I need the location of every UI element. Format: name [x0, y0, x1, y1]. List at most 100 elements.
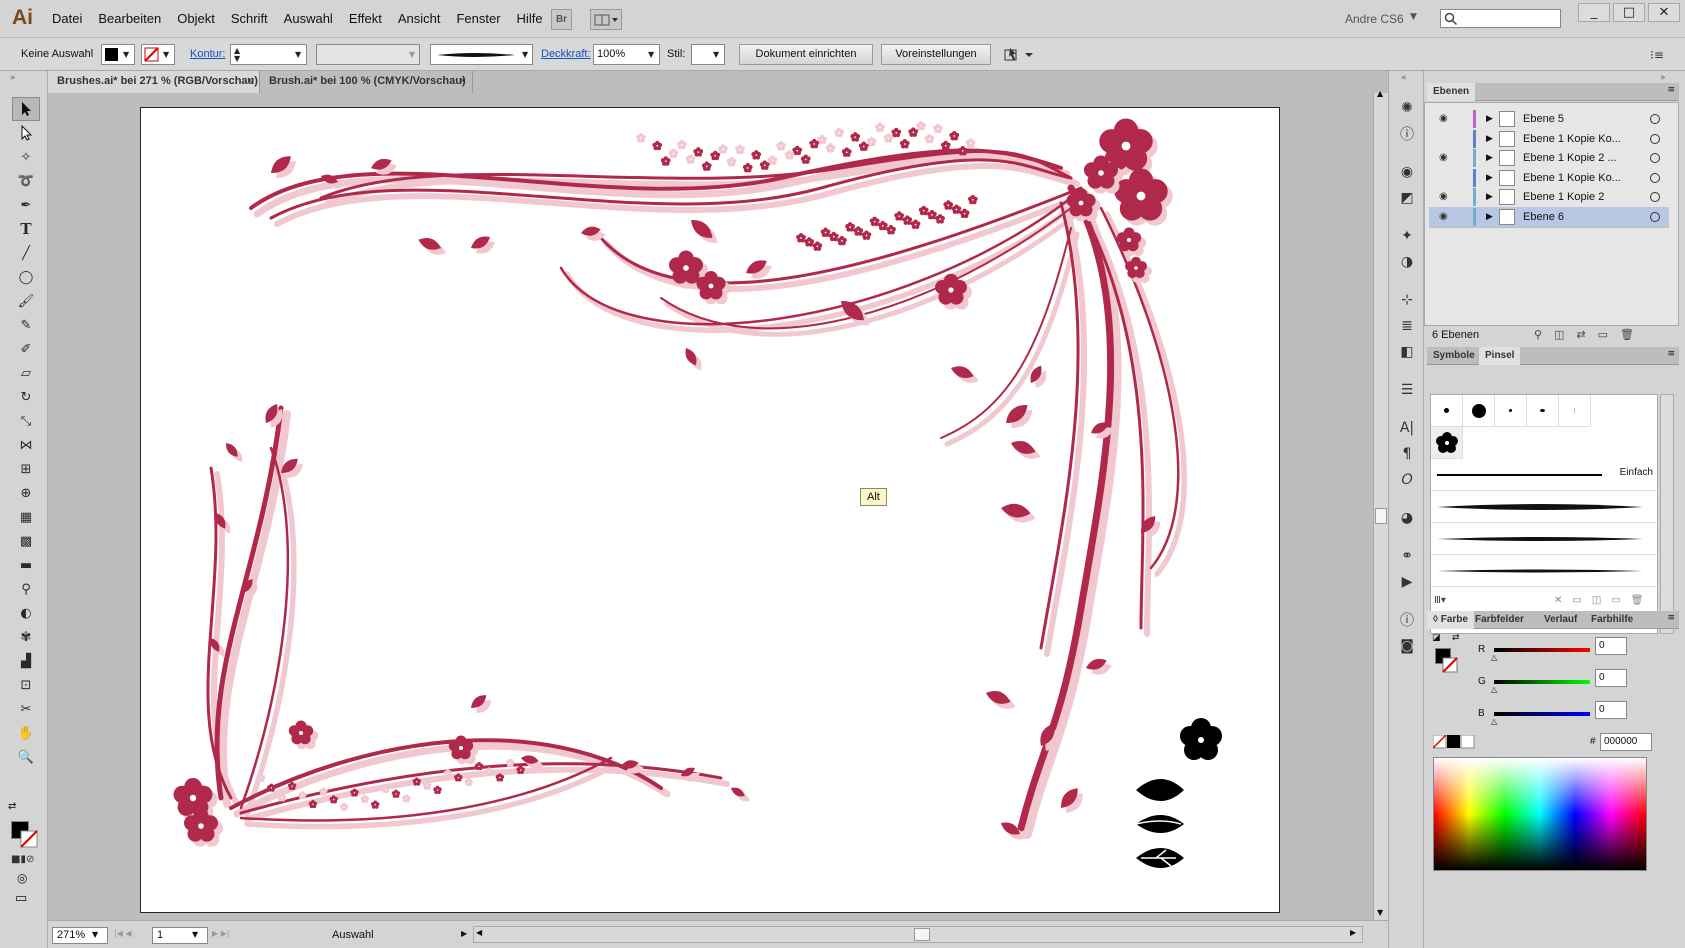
vertical-scrollbar[interactable]: ▲ ▼ — [1373, 89, 1388, 920]
document-setup-button[interactable]: Dokument einrichten — [739, 44, 873, 65]
user-name[interactable]: Andre CS6 — [1345, 12, 1404, 26]
visibility-eye-icon[interactable]: ◉ — [1439, 113, 1448, 124]
panel-menu-icon[interactable]: ≡ — [1667, 85, 1675, 95]
magic-wand-tool[interactable]: ✧ — [12, 145, 40, 169]
horizontal-scroll-thumb[interactable] — [914, 928, 930, 941]
layer-row[interactable]: ▶ Ebene 1 Kopie Ko... — [1429, 128, 1669, 150]
menu-schrift[interactable]: Schrift — [231, 11, 268, 26]
horizontal-scrollbar[interactable]: ◀ ▶ — [473, 926, 1363, 943]
graphic-style-picker[interactable]: ▼ — [691, 44, 725, 65]
zoom-tool[interactable]: 🔍 — [12, 745, 40, 769]
brush-art-1[interactable] — [1431, 491, 1659, 523]
layer-row[interactable]: ◉ ▶ Ebene 6 — [1429, 206, 1669, 228]
symbol-sprayer-tool[interactable]: ✾ — [12, 625, 40, 649]
close-icon[interactable]: × — [460, 71, 466, 92]
canvas-area[interactable]: Alt — [48, 93, 1373, 920]
scroll-left-icon[interactable]: ◀ — [476, 928, 482, 937]
layer-name[interactable]: Ebene 1 Kopie Ko... — [1523, 172, 1621, 184]
screen-mode-icon[interactable]: ▭ — [15, 891, 27, 906]
swap-colors-icon[interactable]: ⇄ — [8, 801, 16, 812]
mesh-tool[interactable]: ▩ — [12, 529, 40, 553]
color-mode-icons[interactable]: ■▮⊘ — [11, 854, 34, 865]
expand-arrow-icon[interactable]: ▶ — [1486, 114, 1493, 124]
line-segment-tool[interactable]: ╱ — [12, 241, 40, 265]
color-guide-icon[interactable]: ◕ — [1397, 508, 1417, 528]
menu-ansicht[interactable]: Ansicht — [398, 11, 441, 26]
green-value-field[interactable]: 0 — [1595, 669, 1627, 687]
menu-bearbeiten[interactable]: Bearbeiten — [98, 11, 161, 26]
close-button[interactable]: ✕ — [1648, 3, 1680, 22]
paragraph-icon[interactable]: ¶ — [1397, 444, 1417, 464]
swap-colors-icon[interactable]: ⇄ — [1452, 633, 1460, 643]
menu-effekt[interactable]: Effekt — [349, 11, 382, 26]
expand-arrow-icon[interactable]: ▶ — [1486, 192, 1493, 202]
zoom-field[interactable]: 271% — [52, 927, 108, 944]
blend-tool[interactable]: ◐ — [12, 601, 40, 625]
scale-tool[interactable]: ⤡ — [12, 409, 40, 433]
expand-icon[interactable]: « — [1401, 73, 1407, 83]
layer-row[interactable]: ◉ ▶ Ebene 5 — [1429, 109, 1669, 130]
layer-name[interactable]: Ebene 1 Kopie 2 — [1523, 191, 1604, 203]
brush-art-3[interactable] — [1431, 555, 1659, 587]
magic-wand-panel-icon[interactable]: ✦ — [1397, 226, 1417, 246]
target-circle-icon[interactable] — [1650, 172, 1660, 183]
vertical-scroll-thumb[interactable] — [1375, 508, 1387, 524]
arrange-documents-button[interactable] — [590, 9, 622, 30]
tab-symbols[interactable]: Symbole — [1427, 347, 1481, 365]
fill-color-picker[interactable]: ▼ — [101, 44, 135, 65]
layer-name[interactable]: Ebene 1 Kopie Ko... — [1523, 133, 1621, 145]
target-circle-icon[interactable] — [1650, 211, 1660, 222]
layer-actions-icons[interactable]: ⚲◫⇄▭🗑 — [1534, 328, 1646, 341]
search-input[interactable] — [1440, 9, 1561, 28]
target-circle-icon[interactable] — [1650, 153, 1660, 163]
green-slider[interactable] — [1494, 680, 1590, 684]
tab-swatches[interactable]: Farbfelder — [1469, 611, 1530, 629]
brush-round-tiny[interactable] — [1495, 395, 1527, 427]
no-stroke-swatch[interactable] — [20, 830, 38, 848]
default-colors-icon[interactable]: ◪ — [1432, 633, 1441, 643]
column-graph-tool[interactable]: ▟ — [12, 649, 40, 673]
eraser-tool[interactable]: ▱ — [12, 361, 40, 385]
preferences-button[interactable]: Voreinstellungen — [881, 44, 991, 65]
direct-selection-tool[interactable] — [12, 121, 40, 145]
quick-swatches[interactable] — [1433, 735, 1475, 749]
menu-hilfe[interactable]: Hilfe — [517, 11, 543, 26]
transform-icon[interactable]: ⊹ — [1397, 290, 1417, 310]
scroll-right-icon[interactable]: ▶ — [1350, 928, 1356, 937]
blue-slider[interactable] — [1494, 712, 1590, 716]
graphic-styles-icon[interactable]: ◩ — [1397, 188, 1417, 208]
paintbrush-tool[interactable]: 🖌 — [12, 289, 40, 313]
layer-name[interactable]: Ebene 5 — [1523, 113, 1564, 125]
status-menu-arrow-icon[interactable]: ▶ — [461, 929, 467, 938]
actions-icon[interactable]: ▶ — [1397, 572, 1417, 592]
visibility-eye-icon[interactable]: ◉ — [1439, 191, 1448, 202]
layer-name[interactable]: Ebene 6 — [1523, 211, 1564, 223]
layer-row[interactable]: ◉ ▶ Ebene 1 Kopie 2 — [1429, 187, 1669, 208]
brush-round-large[interactable] — [1463, 395, 1495, 427]
selection-tool[interactable] — [12, 97, 40, 121]
current-tool-status[interactable]: Auswahl — [332, 929, 374, 941]
tab-color[interactable]: ◊ Farbe — [1427, 611, 1474, 629]
perspective-grid-tool[interactable]: ▦ — [12, 505, 40, 529]
target-circle-icon[interactable] — [1650, 192, 1660, 202]
first-artboard-icon[interactable]: |◀ ◀ — [114, 929, 132, 938]
hand-tool[interactable]: ✋ — [12, 721, 40, 745]
panel-menu-icon[interactable]: ≡ — [1667, 613, 1675, 623]
width-tool[interactable]: ⋈ — [12, 433, 40, 457]
blob-brush-tool[interactable]: ✐ — [12, 337, 40, 361]
maximize-button[interactable]: □ — [1613, 3, 1645, 22]
appearance-icon[interactable]: ◉ — [1397, 162, 1417, 182]
slice-tool[interactable]: ✂ — [12, 697, 40, 721]
brush-definition[interactable]: ▼ — [430, 44, 533, 65]
align-icon[interactable]: ≣ — [1397, 316, 1417, 336]
brush-round-small[interactable] — [1431, 395, 1463, 427]
slider-handle-icon[interactable]: △ — [1491, 717, 1497, 726]
artboard-tool[interactable]: ⊡ — [12, 673, 40, 697]
floral-artwork[interactable] — [141, 108, 1281, 914]
menu-fenster[interactable]: Fenster — [456, 11, 500, 26]
slider-handle-icon[interactable]: △ — [1491, 685, 1497, 694]
chevron-down-icon[interactable]: ▼ — [295, 50, 301, 59]
tab-gradient[interactable]: Verlauf — [1538, 611, 1583, 629]
visibility-eye-icon[interactable]: ◉ — [1439, 211, 1448, 222]
bridge-button[interactable]: Br — [551, 9, 572, 30]
